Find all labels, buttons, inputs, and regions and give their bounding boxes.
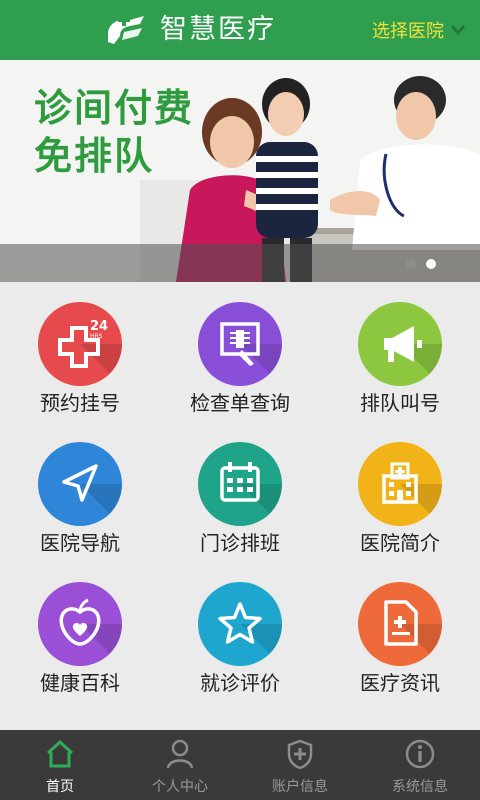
feature-hospital-intro[interactable]: 医院简介 [320, 422, 480, 562]
user-icon [166, 739, 194, 769]
nav-account-info[interactable]: 账户信息 [240, 730, 360, 800]
carousel-dot-1[interactable] [406, 259, 416, 269]
queue-icon-circle [358, 302, 442, 386]
info-icon [405, 739, 435, 769]
calendar-icon [220, 462, 282, 526]
app-title: 智慧医疗 [160, 14, 276, 45]
feature-label: 医疗资讯 [360, 671, 440, 695]
feature-visit-review[interactable]: 就诊评价 [160, 562, 320, 702]
news-icon-circle [358, 582, 442, 666]
feature-queue-calling[interactable]: 排队叫号 [320, 282, 480, 422]
apple-heart-icon [59, 598, 122, 666]
feature-appointment-booking[interactable]: 24 HRS 预约挂号 [0, 282, 160, 422]
megaphone-icon [384, 326, 442, 386]
chevron-down-icon [450, 25, 466, 36]
nav-system-info[interactable]: 系统信息 [360, 730, 480, 800]
health-icon-circle [38, 582, 122, 666]
feature-grid: 24 HRS 预约挂号 检查单查询 排队叫号 医院导航 门诊排班 医院简介 健康… [0, 282, 480, 730]
banner-caption-bar [0, 244, 480, 282]
hospital-select-label: 选择医院 [372, 21, 444, 42]
navigation-icon-circle [38, 442, 122, 526]
xray-report-icon [220, 322, 282, 386]
banner-headline-line1: 诊间付费 [34, 86, 195, 130]
banner-headline: 诊间付费 免排队 [34, 84, 194, 180]
feature-label: 医院导航 [40, 531, 120, 555]
navigation-arrow-icon [62, 464, 122, 526]
feature-label: 健康百科 [40, 671, 120, 695]
bottom-navigation: 首页 个人中心 账户信息 系统信息 [0, 730, 480, 800]
nav-label: 账户信息 [272, 779, 328, 795]
shield-plus-icon [287, 739, 313, 770]
report-icon-circle [198, 302, 282, 386]
feature-medical-news[interactable]: 医疗资讯 [320, 562, 480, 702]
feature-label: 检查单查询 [190, 391, 290, 415]
appointment-icon-circle: 24 HRS [38, 302, 122, 386]
hospital-select-dropdown[interactable]: 选择医院 [372, 16, 466, 44]
24-hours-medical-cross-icon: 24 HRS [58, 319, 122, 386]
feature-health-encyclopedia[interactable]: 健康百科 [0, 562, 160, 702]
hospital-building-icon [382, 462, 442, 526]
review-icon-circle [198, 582, 282, 666]
carousel-indicator [406, 259, 436, 269]
svg-text:24: 24 [90, 319, 108, 334]
svg-text:HRS: HRS [90, 333, 103, 340]
home-icon [46, 740, 74, 768]
feature-label: 排队叫号 [360, 391, 440, 415]
feature-outpatient-schedule[interactable]: 门诊排班 [160, 422, 320, 562]
app-logo-icon [108, 14, 144, 44]
feature-label: 医院简介 [360, 531, 440, 555]
feature-label: 门诊排班 [200, 531, 280, 555]
document-plus-icon [384, 600, 442, 666]
nav-personal-center[interactable]: 个人中心 [120, 730, 240, 800]
feature-label: 预约挂号 [40, 391, 120, 415]
feature-label: 就诊评价 [200, 671, 280, 695]
carousel-dot-2[interactable] [426, 259, 436, 269]
promo-banner[interactable]: 诊间付费 免排队 [0, 60, 480, 282]
nav-label: 首页 [46, 779, 74, 795]
star-icon [218, 602, 282, 666]
feature-hospital-navigation[interactable]: 医院导航 [0, 422, 160, 562]
nav-home[interactable]: 首页 [0, 730, 120, 800]
nav-label: 个人中心 [152, 779, 208, 795]
top-header: 智慧医疗 选择医院 [0, 0, 480, 60]
banner-headline-line2: 免排队 [34, 134, 155, 178]
schedule-icon-circle [198, 442, 282, 526]
feature-report-query[interactable]: 检查单查询 [160, 282, 320, 422]
hospital-intro-icon-circle [358, 442, 442, 526]
nav-label: 系统信息 [392, 779, 448, 795]
